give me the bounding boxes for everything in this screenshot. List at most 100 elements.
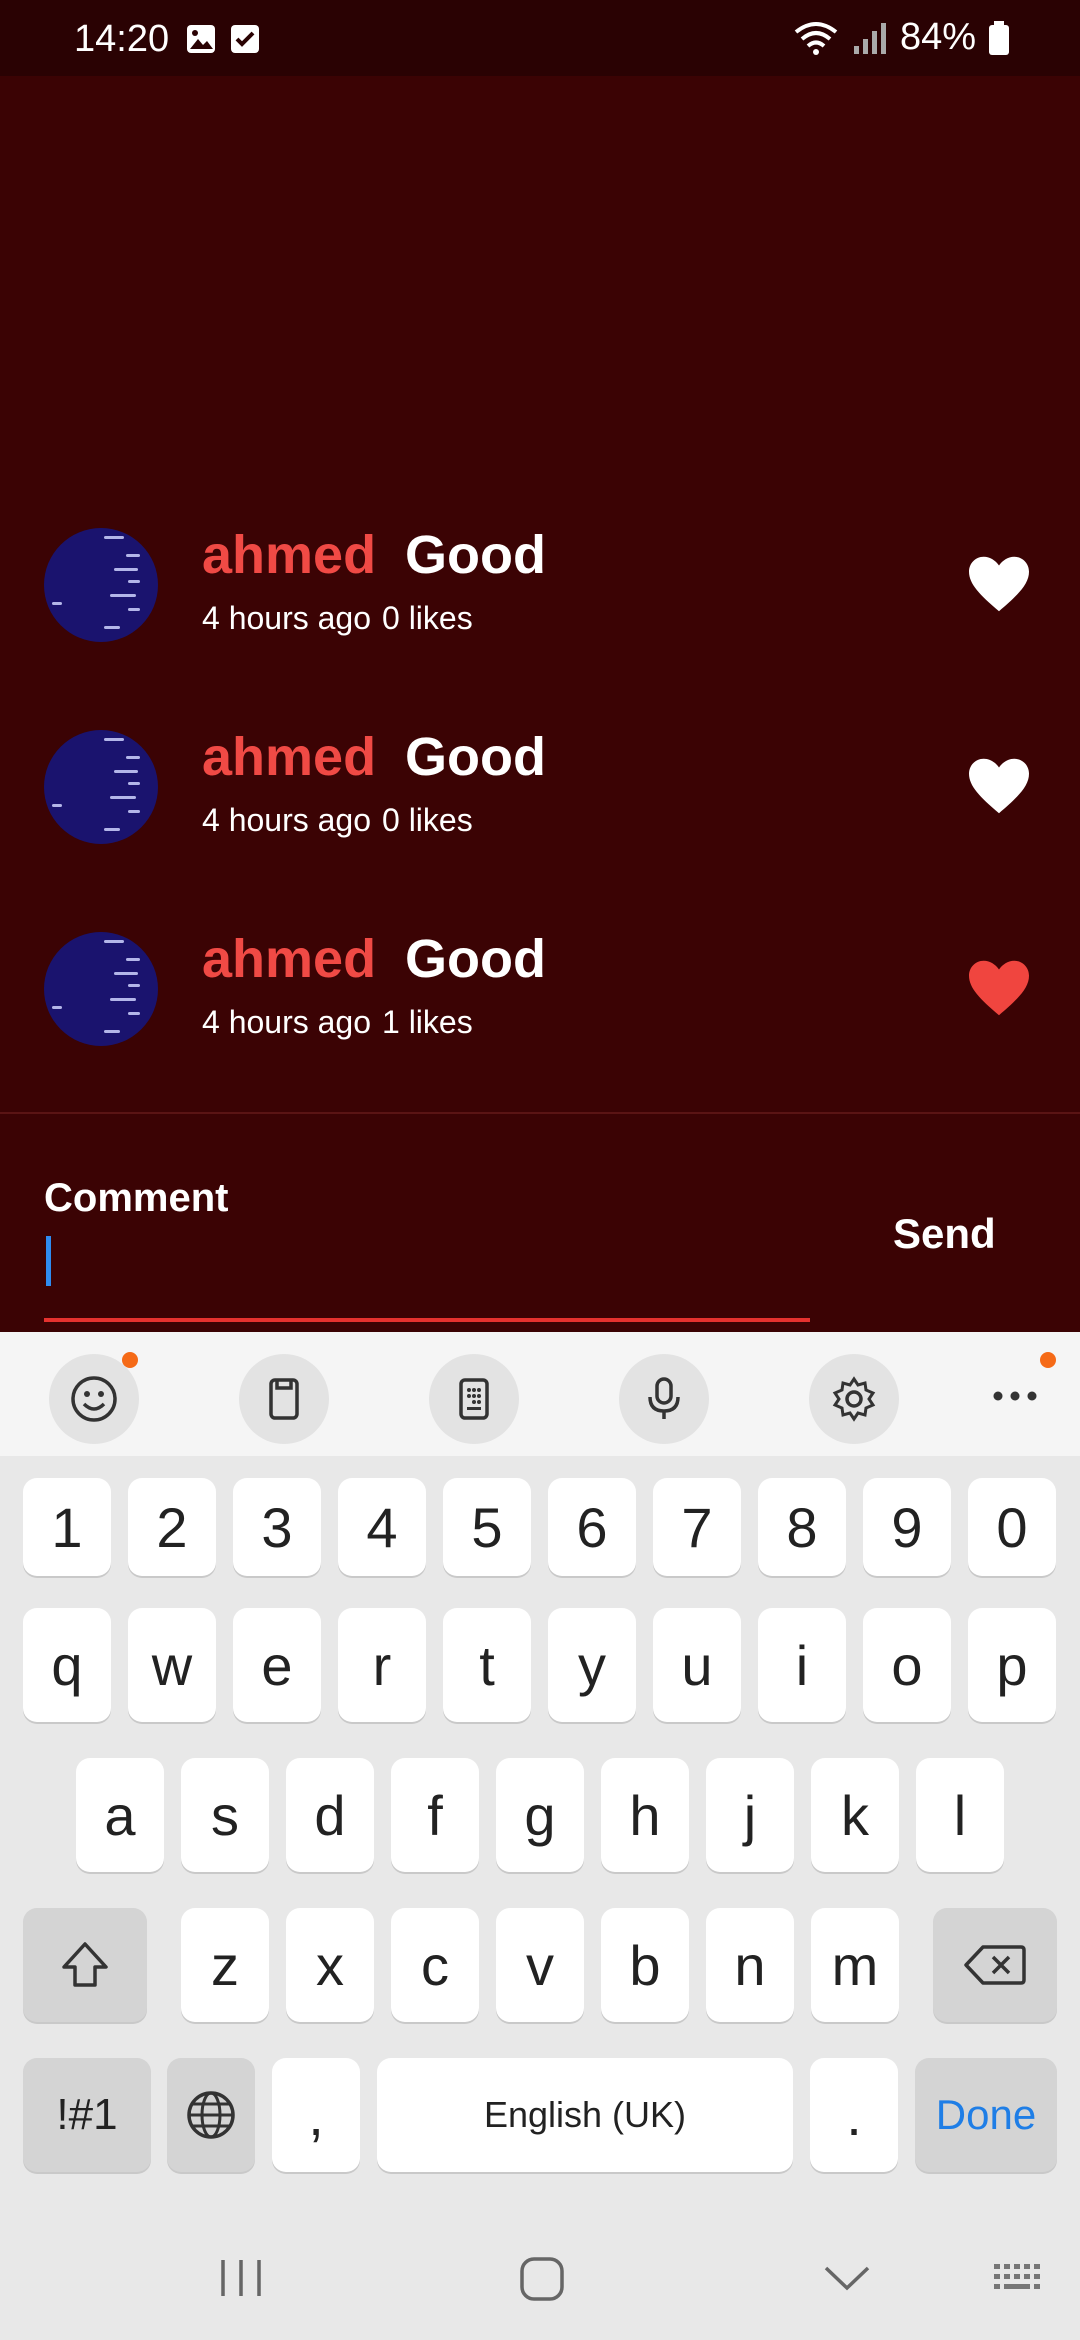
send-button[interactable]: Send [893,1210,996,1258]
microphone-icon [648,1377,680,1419]
key-x[interactable]: x [286,1908,374,2022]
clipboard-icon [269,1378,299,1420]
like-heart-icon[interactable] [966,756,1032,816]
comment-likes: 0 likes [382,802,473,838]
like-heart-icon-liked[interactable] [966,958,1032,1018]
comment-author[interactable]: ahmed [202,928,376,990]
keyboard-settings-button[interactable] [809,1354,899,1444]
key-u[interactable]: u [653,1608,741,1722]
key-e[interactable]: e [233,1608,321,1722]
shift-key[interactable] [23,1908,147,2022]
avatar [44,932,158,1046]
key-7[interactable]: 7 [653,1478,741,1576]
status-notification-icons [186,24,260,54]
comment-text: Good [405,525,546,585]
language-key[interactable] [167,2058,255,2172]
key-i[interactable]: i [758,1608,846,1722]
avatar [44,528,158,642]
key-y[interactable]: y [548,1608,636,1722]
comment-row: ahmed Good 4 hours ago 0 likes [0,500,1080,700]
key-1[interactable]: 1 [23,1478,111,1576]
comment-time: 4 hours ago [202,600,372,636]
key-2[interactable]: 2 [128,1478,216,1576]
navigation-bar [0,2196,1080,2340]
gallery-icon [187,25,215,53]
key-z[interactable]: z [181,1908,269,2022]
key-j[interactable]: j [706,1758,794,1872]
keyboard-toolbar [0,1332,1080,1456]
recent-apps-icon[interactable] [216,2256,266,2300]
key-f[interactable]: f [391,1758,479,1872]
more-options-icon[interactable] [990,1376,1040,1416]
globe-icon [187,2091,235,2139]
key-k[interactable]: k [811,1758,899,1872]
keypad-button[interactable] [429,1354,519,1444]
key-b[interactable]: b [601,1908,689,2022]
comment-author[interactable]: ahmed [202,524,376,586]
keyboard-switch-icon[interactable] [992,2262,1044,2296]
comment-text: Good [405,929,546,989]
task-check-icon [231,25,259,53]
key-q[interactable]: q [23,1608,111,1722]
key-a[interactable]: a [76,1758,164,1872]
key-p[interactable]: p [968,1608,1056,1722]
key-4[interactable]: 4 [338,1478,426,1576]
key-g[interactable]: g [496,1758,584,1872]
voice-input-button[interactable] [619,1354,709,1444]
battery-icon [989,20,1009,55]
key-o[interactable]: o [863,1608,951,1722]
done-key[interactable]: Done [915,2058,1057,2172]
notification-dot [1040,1352,1056,1368]
home-icon[interactable] [517,2254,567,2304]
wifi-icon [794,21,838,55]
comment-row: ahmed Good 4 hours ago 0 likes [0,702,1080,902]
emoji-icon [71,1376,117,1422]
comment-likes: 1 likes [382,1004,473,1040]
key-6[interactable]: 6 [548,1478,636,1576]
key-l[interactable]: l [916,1758,1004,1872]
key-3[interactable]: 3 [233,1478,321,1576]
key-0[interactable]: 0 [968,1478,1056,1576]
key-8[interactable]: 8 [758,1478,846,1576]
backspace-key[interactable] [933,1908,1057,2022]
key-5[interactable]: 5 [443,1478,531,1576]
gear-icon [832,1376,876,1422]
emoji-button[interactable] [49,1354,139,1444]
status-bar: 14:20 84% [0,0,1080,76]
comment-row: ahmed Good 4 hours ago 1 likes [0,904,1080,1104]
key-n[interactable]: n [706,1908,794,2022]
key-v[interactable]: v [496,1908,584,2022]
comment-time: 4 hours ago [202,802,372,838]
clipboard-button[interactable] [239,1354,329,1444]
divider [0,1112,1080,1114]
comment-author[interactable]: ahmed [202,726,376,788]
status-right-group: 84% [792,16,1010,59]
symbols-key[interactable]: !#1 [23,2058,151,2172]
period-key[interactable]: . [810,2058,898,2172]
status-time: 14:20 [74,18,170,60]
avatar [44,730,158,844]
key-d[interactable]: d [286,1758,374,1872]
key-h[interactable]: h [601,1758,689,1872]
like-heart-icon[interactable] [966,554,1032,614]
comment-input[interactable] [46,1236,51,1286]
comma-key[interactable]: , [272,2058,360,2172]
key-r[interactable]: r [338,1608,426,1722]
key-w[interactable]: w [128,1608,216,1722]
shift-icon [62,1942,108,1987]
key-9[interactable]: 9 [863,1478,951,1576]
keypad-icon [459,1378,489,1420]
key-c[interactable]: c [391,1908,479,2022]
space-key[interactable]: English (UK) [377,2058,793,2172]
comment-time: 4 hours ago [202,1004,372,1040]
comment-field-label: Comment [44,1176,229,1220]
battery-level: 84% [899,16,976,58]
key-m[interactable]: m [811,1908,899,2022]
comment-likes: 0 likes [382,600,473,636]
comment-text: Good [405,727,546,787]
key-t[interactable]: t [443,1608,531,1722]
key-s[interactable]: s [181,1758,269,1872]
notification-dot [122,1352,138,1368]
keyboard: 1 2 3 4 5 6 7 8 9 0 q w e r t y u i o p … [0,1456,1080,2196]
back-chevron-down-icon[interactable] [822,2262,872,2296]
